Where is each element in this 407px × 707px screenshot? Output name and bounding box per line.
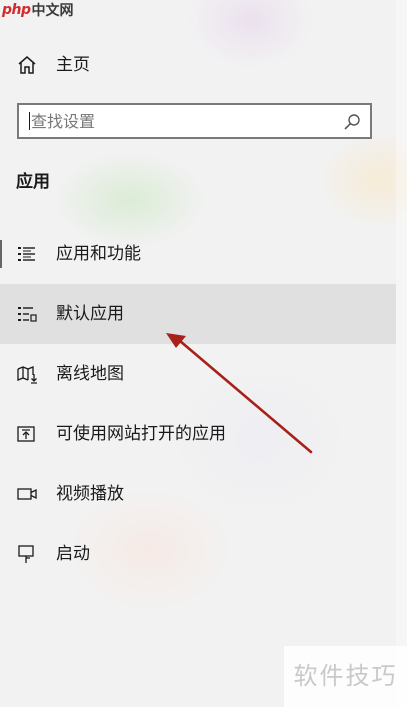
nav-item-startup[interactable]: 启动 bbox=[0, 524, 396, 584]
home-icon bbox=[16, 55, 38, 75]
nav-item-video-playback[interactable]: 视频播放 bbox=[0, 464, 396, 524]
nav-item-apps-for-websites[interactable]: 可使用网站打开的应用 bbox=[0, 404, 396, 464]
search-input[interactable] bbox=[31, 105, 331, 137]
nav-home-label: 主页 bbox=[56, 55, 90, 75]
site-logo: php 中文网 bbox=[0, 0, 74, 20]
nav-item-label: 可使用网站打开的应用 bbox=[56, 424, 226, 444]
site-logo-zh: 中文网 bbox=[31, 3, 74, 19]
video-playback-icon bbox=[16, 484, 38, 504]
apps-for-websites-icon bbox=[16, 424, 38, 444]
startup-icon bbox=[16, 544, 38, 564]
active-indicator bbox=[0, 240, 2, 268]
nav-list: 应用和功能 默认应用 离线地图 可使用网站打开的应用 视频播放 启动 bbox=[0, 224, 396, 584]
nav-item-offline-maps[interactable]: 离线地图 bbox=[0, 344, 396, 404]
nav-item-label: 离线地图 bbox=[56, 364, 124, 384]
search-icon[interactable] bbox=[342, 112, 362, 132]
nav-home[interactable]: 主页 bbox=[0, 44, 396, 86]
window-edge bbox=[396, 0, 407, 707]
default-apps-icon bbox=[16, 304, 38, 324]
watermark-corner: 软件技巧 bbox=[284, 646, 407, 707]
nav-item-label: 默认应用 bbox=[56, 304, 124, 324]
nav-item-label: 启动 bbox=[56, 544, 90, 564]
nav-item-apps-features[interactable]: 应用和功能 bbox=[0, 224, 396, 284]
offline-maps-icon bbox=[16, 364, 38, 384]
nav-item-label: 应用和功能 bbox=[56, 244, 141, 264]
apps-features-icon bbox=[16, 244, 38, 264]
text-caret bbox=[29, 112, 30, 130]
nav-item-default-apps[interactable]: 默认应用 bbox=[0, 284, 396, 344]
search-box[interactable] bbox=[17, 103, 372, 139]
section-title: 应用 bbox=[16, 172, 50, 192]
site-logo-php: php bbox=[2, 2, 31, 18]
nav-item-label: 视频播放 bbox=[56, 484, 124, 504]
